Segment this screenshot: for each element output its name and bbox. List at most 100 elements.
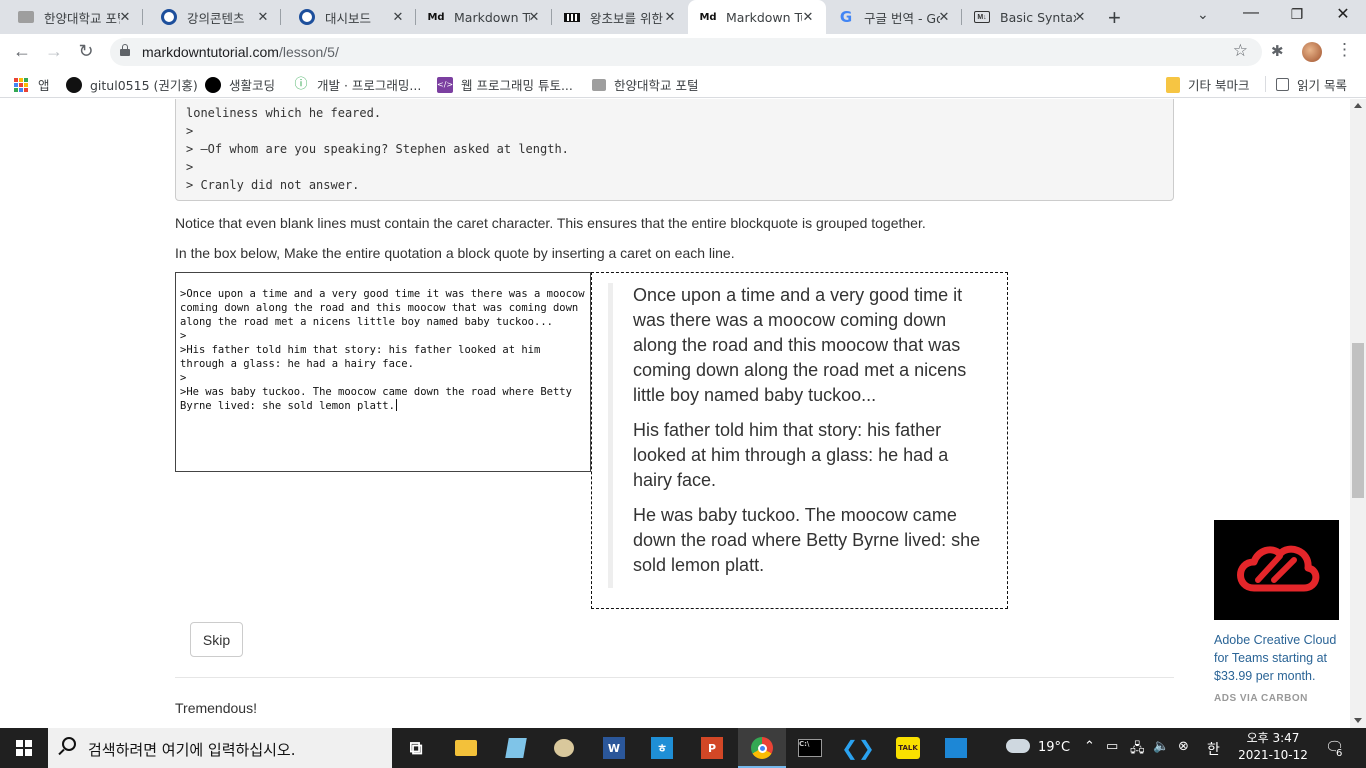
cloud-icon[interactable]: [1006, 739, 1030, 753]
close-icon[interactable]: ✕: [526, 9, 542, 25]
hanword-icon[interactable]: ㅎ: [648, 734, 676, 762]
bookmark-label: 개발 · 프로그래밍...: [317, 78, 422, 93]
back-icon[interactable]: ←: [10, 41, 34, 62]
ad-text[interactable]: Adobe Creative Cloud for Teams starting …: [1214, 631, 1339, 685]
close-icon[interactable]: ✕: [936, 9, 952, 25]
new-tab-icon[interactable]: +: [1108, 5, 1121, 31]
close-icon[interactable]: ✕: [117, 9, 133, 25]
minimize-icon[interactable]: —: [1228, 4, 1274, 22]
carbon-ad[interactable]: Adobe Creative Cloud for Teams starting …: [1214, 520, 1339, 704]
tab-beginner[interactable]: 왕초보를 위한 ✕: [552, 0, 688, 34]
circle-icon: [205, 76, 221, 93]
md-icon: Md: [699, 11, 717, 23]
md-icon: Md: [427, 11, 445, 23]
tab-basic-syntax[interactable]: M↓ Basic Syntax ✕: [962, 0, 1098, 34]
profile-avatar[interactable]: [1302, 42, 1322, 62]
tab-search-icon[interactable]: ⌄: [1197, 6, 1209, 23]
tab-title: 한양대학교 포털: [44, 10, 120, 26]
bookmark-label: 한양대학교 포털: [614, 78, 699, 93]
chevron-up-icon[interactable]: ⌃: [1084, 739, 1095, 754]
url-text[interactable]: markdowntutorial.com/lesson/5/: [142, 44, 339, 60]
file-explorer-icon[interactable]: [452, 734, 480, 762]
vscode-icon[interactable]: ❮❯: [841, 734, 875, 762]
forward-icon[interactable]: →: [42, 41, 66, 62]
start-button[interactable]: [0, 728, 48, 768]
editor-line: >Once upon a time and a very good time i…: [180, 288, 591, 328]
bookmark-apps[interactable]: 앱: [14, 75, 50, 94]
system-clock[interactable]: 오후 3:47 2021-10-12: [1232, 730, 1314, 764]
tab-markdown-tutorial[interactable]: Md Markdown Tutorial ✕: [416, 0, 552, 34]
task-view-icon[interactable]: ⧉: [402, 734, 430, 762]
editor-line: >He was baby tuckoo. The moocow came dow…: [180, 386, 579, 412]
extensions-icon[interactable]: ✱: [1271, 42, 1284, 60]
search-placeholder: 검색하려면 여기에 입력하십시오.: [88, 741, 296, 759]
url-path: /lesson/5/: [278, 44, 339, 60]
close-icon[interactable]: ✕: [800, 9, 816, 25]
bookmark-life-coding[interactable]: 생활코딩: [205, 75, 275, 94]
instruction-text: In the box below, Make the entire quotat…: [175, 245, 735, 261]
hanyang-icon: [18, 11, 34, 23]
tab-strip: 한양대학교 포털 ✕ 강의콘텐츠 ✕ 대시보드 ✕ Md Markdown Tu…: [0, 0, 1366, 34]
other-bookmarks[interactable]: 기타 북마크: [1166, 75, 1249, 94]
close-icon[interactable]: ✕: [662, 9, 678, 25]
bookmark-web-tutorial[interactable]: </> 웹 프로그래밍 튜토...: [437, 75, 573, 94]
close-window-icon[interactable]: ✕: [1320, 4, 1366, 24]
bookmark-star-icon[interactable]: ☆: [1233, 41, 1248, 61]
taskbar-search[interactable]: 검색하려면 여기에 입력하십시오.: [48, 728, 392, 768]
no-sound-icon[interactable]: ⊗: [1178, 739, 1189, 754]
tab-google-translate[interactable]: G 구글 번역 - Google ✕: [826, 0, 962, 34]
code-line: >: [186, 124, 194, 138]
word-icon[interactable]: W: [600, 734, 628, 762]
network-icon[interactable]: 🖧: [1130, 739, 1145, 761]
restore-icon[interactable]: ❐: [1274, 6, 1320, 23]
photos-icon[interactable]: [942, 734, 970, 762]
close-icon[interactable]: ✕: [390, 9, 406, 25]
markdown-editor[interactable]: >Once upon a time and a very good time i…: [175, 272, 591, 472]
browser-toolbar: ← → ↻ markdowntutorial.com/lesson/5/ ☆ ✱…: [0, 34, 1366, 70]
ad-via-label[interactable]: ADS VIA CARBON: [1214, 693, 1339, 704]
close-icon[interactable]: ✕: [1072, 9, 1088, 25]
scroll-thumb[interactable]: [1352, 343, 1364, 498]
folder-icon: [1166, 76, 1180, 93]
tab-dashboard[interactable]: 대시보드 ✕: [281, 0, 416, 34]
adobe-creative-cloud-logo[interactable]: [1214, 520, 1339, 620]
weather-temperature[interactable]: 19°C: [1038, 740, 1070, 755]
terminal-icon[interactable]: C:\: [796, 734, 824, 762]
bookmarks-bar: 앱 gitul0515 (권기홍) 생활코딩 ⓘ 개발 · 프로그래밍... <…: [0, 70, 1366, 98]
bookmark-hanyang-portal[interactable]: 한양대학교 포털: [592, 75, 698, 94]
battery-icon[interactable]: ▭: [1106, 739, 1118, 754]
ime-indicator[interactable]: 한: [1207, 739, 1220, 759]
volume-icon[interactable]: 🔈: [1153, 739, 1169, 754]
search-icon: [62, 737, 76, 751]
notice-text: Notice that even blank lines must contai…: [175, 215, 926, 231]
chrome-icon[interactable]: [748, 734, 776, 762]
other-bookmarks-label: 기타 북마크: [1188, 78, 1250, 93]
skip-button[interactable]: Skip: [190, 622, 243, 657]
preview-blockquote: Once upon a time and a very good time it…: [608, 283, 991, 588]
preview-paragraph: Once upon a time and a very good time it…: [633, 285, 967, 405]
tab-title: Markdown Tutorial: [726, 9, 802, 25]
tab-hanyang-portal[interactable]: 한양대학교 포털 ✕: [0, 0, 143, 34]
hanyang-icon: [592, 78, 606, 91]
address-bar[interactable]: markdowntutorial.com/lesson/5/ ☆: [110, 38, 1262, 66]
more-menu-icon[interactable]: ⋮: [1336, 40, 1353, 60]
clock-date: 2021-10-12: [1238, 748, 1308, 762]
bookmark-dev-programming[interactable]: ⓘ 개발 · 프로그래밍...: [293, 75, 421, 94]
reading-list[interactable]: 읽기 목록: [1276, 75, 1347, 94]
page-scrollbar[interactable]: [1350, 99, 1366, 728]
tab-markdown-tutorial-active[interactable]: Md Markdown Tutorial ✕: [688, 0, 826, 34]
kakaotalk-icon[interactable]: TALK: [894, 734, 922, 762]
lms-icon: [299, 9, 315, 25]
close-icon[interactable]: ✕: [255, 9, 271, 25]
lock-icon[interactable]: [120, 44, 130, 56]
paint-icon[interactable]: [550, 734, 578, 762]
reload-icon[interactable]: ↻: [74, 41, 98, 62]
bookmarks-divider: [1265, 76, 1266, 92]
result-text: Tremendous!: [175, 700, 257, 716]
powerpoint-icon[interactable]: P: [698, 734, 726, 762]
tab-lecture-content[interactable]: 강의콘텐츠 ✕: [143, 0, 281, 34]
scroll-up-icon[interactable]: [1354, 103, 1362, 108]
notepad-icon[interactable]: [502, 734, 530, 762]
scroll-down-icon[interactable]: [1354, 718, 1362, 723]
bookmark-github[interactable]: gitul0515 (권기홍): [66, 75, 198, 94]
